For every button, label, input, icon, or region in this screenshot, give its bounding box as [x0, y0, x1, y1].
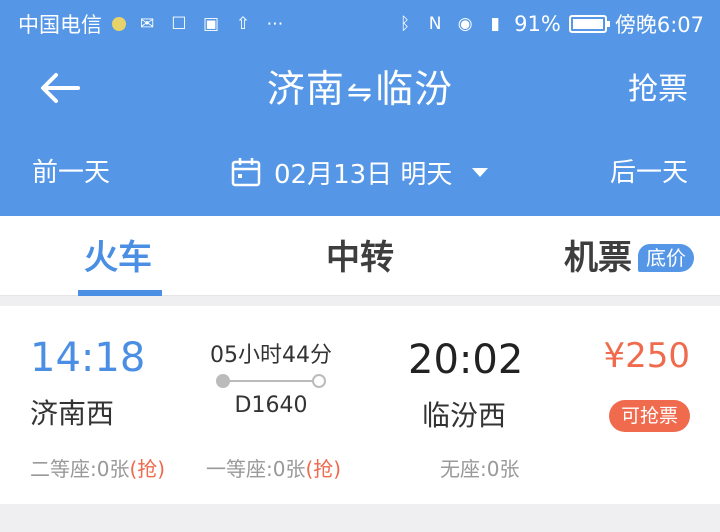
signal-icon: ▮ — [490, 14, 500, 34]
seat-second-class: 二等座:0张(抢) — [30, 454, 165, 484]
clock: 傍晚6:07 — [614, 13, 704, 37]
from-city: 济南 — [266, 67, 345, 111]
arrival-time: 20:02 — [408, 337, 524, 383]
seat-label: 无座:0张 — [440, 457, 520, 481]
carrier-label: 中国电信 — [18, 13, 102, 37]
battery-percent: 91% — [514, 12, 561, 36]
message-icon: ☐ — [171, 14, 187, 34]
nfc-icon: N — [428, 14, 442, 34]
route-title: 济南⇋临汾 — [220, 64, 500, 114]
train-card[interactable]: 14:18 济南西 05小时44分 D1640 20:02 临汾西 ¥250 可… — [0, 306, 720, 504]
date-selector[interactable]: 02月13日 明天 — [230, 152, 489, 192]
swap-icon: ⇋ — [346, 75, 374, 110]
departure-station: 济南西 — [30, 397, 115, 430]
back-button[interactable] — [34, 66, 84, 110]
grab-ticket-button[interactable]: 抢票 — [628, 68, 688, 112]
seat-label: 一等座:0张 — [206, 457, 306, 481]
tab-flight[interactable]: 机票 底价 — [564, 236, 694, 280]
tab-flight-label: 机票 — [564, 238, 632, 278]
seat-first-class: 一等座:0张(抢) — [206, 454, 341, 484]
transport-tabs: 火车 中转 机票 底价 — [0, 216, 720, 296]
calendar-icon — [231, 158, 261, 187]
arrival-station: 临汾西 — [422, 399, 507, 432]
notification-dot-icon — [112, 17, 126, 31]
header-bar: 中国电信 ✉ ☐ ▣ ⇧ ⋯ ᛒ N ◉ ▮ 91% 傍晚6:07 济南⇋临汾 … — [0, 0, 720, 216]
seat-grab-mark: (抢) — [305, 457, 342, 481]
status-bar: 中国电信 ✉ ☐ ▣ ⇧ ⋯ ᛒ N ◉ ▮ 91% 傍晚6:07 — [0, 0, 720, 48]
date-label: 02月13日 明天 — [274, 159, 453, 190]
route-line — [216, 374, 326, 388]
departure-time: 14:18 — [30, 335, 146, 381]
wechat-icon: ✉ — [139, 14, 155, 34]
end-dot-icon — [312, 374, 326, 388]
seat-grab-mark: (抢) — [129, 457, 166, 481]
more-icon: ⋯ — [266, 14, 284, 34]
to-city: 临汾 — [375, 67, 454, 111]
lowest-price-badge: 底价 — [638, 244, 694, 272]
tab-transfer[interactable]: 中转 — [326, 236, 394, 280]
ticket-price: ¥250 — [603, 336, 690, 376]
tab-train[interactable]: 火车 — [84, 236, 152, 280]
app-icon: ▣ — [202, 14, 220, 34]
next-day-button[interactable]: 后一天 — [610, 155, 688, 191]
prev-day-button[interactable]: 前一天 — [32, 155, 110, 191]
upload-icon: ⇧ — [235, 14, 251, 34]
seat-label: 二等座:0张 — [30, 457, 130, 481]
bluetooth-icon: ᛒ — [400, 14, 411, 34]
dropdown-caret-icon — [472, 167, 489, 177]
train-number: D1640 — [234, 393, 308, 418]
eye-icon: ◉ — [457, 14, 473, 34]
grab-available-tag[interactable]: 可抢票 — [608, 400, 690, 432]
active-tab-indicator — [78, 290, 162, 296]
arrow-left-icon — [41, 73, 80, 103]
trip-duration: 05小时44分 — [210, 343, 332, 368]
start-dot-icon — [216, 374, 230, 388]
seat-no-seat: 无座:0张 — [440, 454, 519, 484]
battery-icon — [568, 15, 610, 33]
